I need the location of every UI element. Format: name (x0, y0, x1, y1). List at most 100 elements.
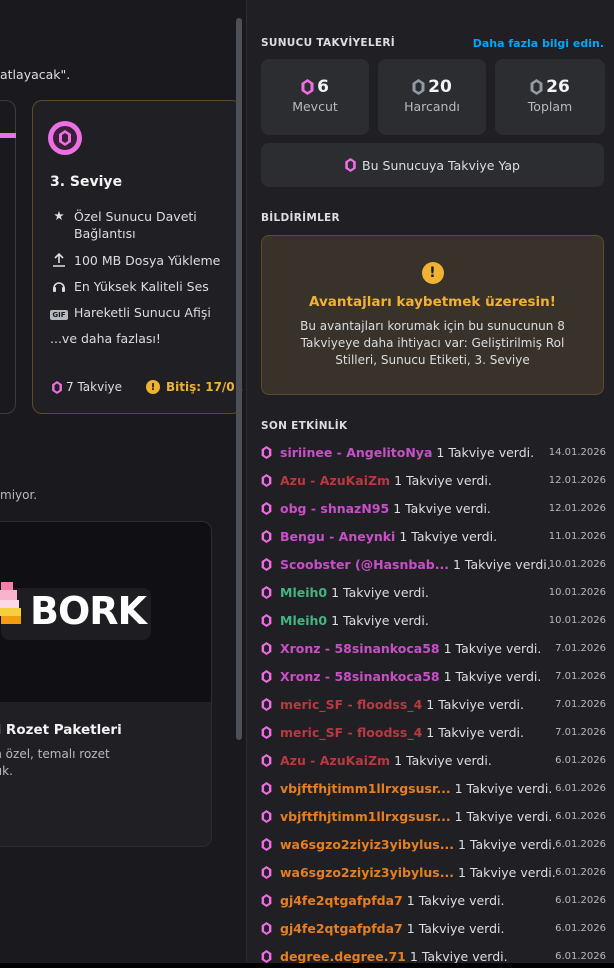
boost-gem-icon (261, 781, 272, 795)
activity-action: 1 Takviye verdi. (458, 864, 556, 880)
activity-date: 6.01.2026 (555, 866, 606, 878)
activity-user[interactable]: gj4fe2qtgafpfda7 (280, 893, 403, 908)
activity-user[interactable]: gj4fe2qtgafpfda7 (280, 921, 403, 936)
activity-user[interactable]: vbjftfhjtimm1llrxgsusr... (280, 809, 451, 824)
activity-action: 1 Takviye verdi. (394, 752, 492, 768)
activity-row: vbjftfhjtimm1llrxgsusr... 1 Takviye verdi… (261, 774, 606, 802)
tier-panel: atlayacak". 3. Seviye ★ Özel Sunucu Dave… (0, 0, 246, 968)
perk-item: 100 MB Dosya Yükleme (50, 252, 221, 270)
learn-more-link[interactable]: Daha fazla bilgi edin. (473, 37, 604, 50)
info-text: miyor. (0, 488, 38, 502)
stat-label: Harcandı (404, 99, 460, 114)
boost-gem-icon (301, 79, 314, 95)
activity-user[interactable]: Mleih0 (280, 613, 327, 628)
perk-label: 100 MB Dosya Yükleme (74, 253, 221, 268)
activity-action: 1 Takviye verdi. (393, 500, 491, 516)
boost-gem-icon (261, 697, 272, 711)
upload-icon (50, 252, 68, 270)
activity-user[interactable]: meric_SF - floodss_4 (280, 697, 422, 712)
expiry-label: Bitiş: 17/01 (166, 380, 244, 394)
progress-bar-left (0, 133, 16, 138)
activity-user[interactable]: Mleih0 (280, 585, 327, 600)
stat-value: 20 (428, 77, 452, 97)
perk-label: Hareketli Sunucu Afişi (74, 305, 211, 320)
boost-server-button[interactable]: Bu Sunucuya Takviye Yap (261, 143, 604, 187)
activity-row: Azu - AzuKaiZm 1 Takviye verdi. 12.01.2026 (261, 466, 606, 494)
activity-user[interactable]: Xronz - 58sinankoca58 (280, 669, 440, 684)
bottom-edge (0, 963, 614, 968)
activity-row: Xronz - 58sinankoca58 1 Takviye verdi. 7.0… (261, 634, 606, 662)
activity-date: 7.01.2026 (555, 726, 606, 738)
activity-action: 1 Takviye verdi. (331, 584, 429, 600)
activity-section-header: SON ETKİNLİK (261, 420, 348, 432)
boost-gem-icon (345, 158, 356, 172)
activity-user[interactable]: wa6sgzo2ziyiz3yibylus... (280, 865, 454, 880)
activity-action: 1 Takviye verdi. (426, 724, 524, 740)
boost-gem-icon (261, 529, 272, 543)
activity-user[interactable]: Xronz - 58sinankoca58 (280, 641, 440, 656)
perk-more-label: ...ve daha fazlası! (50, 331, 161, 346)
activity-user[interactable]: obg - shnazN95 (280, 501, 389, 516)
activity-action: 1 Takviye verdi. (436, 444, 535, 460)
boost-gem-icon (412, 79, 425, 95)
boost-gem-icon (261, 809, 272, 823)
activity-action: 1 Takviye verdi. (458, 836, 556, 852)
scrollbar-thumb[interactable] (236, 18, 242, 740)
alert-title: Avantajları kaybetmek üzeresin! (309, 294, 556, 310)
activity-user[interactable]: Scoobster (@Hasnbab... (280, 557, 449, 572)
activity-action: 1 Takviye verdi. (454, 780, 553, 796)
activity-date: 11.01.2026 (548, 530, 606, 542)
notifications-section-header: BİLDİRİMLER (261, 212, 340, 224)
activity-action: 1 Takviye verdi. (331, 612, 429, 628)
tier-boost-count: 7 Takviye (52, 380, 122, 394)
activity-row: vbjftfhjtimm1llrxgsusr... 1 Takviye verdi… (261, 802, 606, 830)
activity-user[interactable]: meric_SF - floodss_4 (280, 725, 422, 740)
activity-user[interactable]: degree.degree.71 (280, 949, 406, 964)
activity-date: 6.01.2026 (555, 894, 606, 906)
activity-date: 10.01.2026 (548, 558, 606, 570)
activity-row: meric_SF - floodss_4 1 Takviye verdi. 7.01… (261, 718, 606, 746)
activity-date: 6.01.2026 (555, 922, 606, 934)
activity-action: 1 Takviye verdi. (406, 892, 505, 908)
activity-user[interactable]: Azu - AzuKaiZm (280, 473, 390, 488)
boost-gem-icon (261, 557, 272, 571)
boost-gem-icon (261, 893, 272, 907)
activity-action: 1 Takviye verdi. (454, 808, 553, 824)
activity-row: Mleih0 1 Takviye verdi. 10.01.2026 (261, 578, 606, 606)
activity-user[interactable]: wa6sgzo2ziyiz3yibylus... (280, 837, 454, 852)
boost-gem-icon (261, 921, 272, 935)
activity-date: 6.01.2026 (555, 838, 606, 850)
activity-user[interactable]: vbjftfhjtimm1llrxgsusr... (280, 781, 451, 796)
boost-sidebar: SUNUCU TAKVİYELERİ Daha fazla bilgi edin… (246, 0, 614, 968)
activity-date: 6.01.2026 (555, 754, 606, 766)
alert-body: Bu avantajları korumak için bu sunucunun… (300, 319, 565, 367)
activity-date: 6.01.2026 (555, 950, 606, 962)
activity-date: 12.01.2026 (548, 502, 606, 514)
activity-action: 1 Takviye verdi. (443, 640, 542, 656)
stat-label: Mevcut (292, 99, 338, 114)
perk-label: En Yüksek Kaliteli Ses (74, 279, 209, 294)
activity-user[interactable]: Azu - AzuKaiZm (280, 753, 390, 768)
activity-action: 1 Takviye verdi. (443, 668, 542, 684)
boost-gem-icon (261, 445, 272, 459)
boost-gem-icon (261, 865, 272, 879)
activity-action: 1 Takviye verdi. (399, 528, 498, 544)
activity-row: obg - shnazN95 1 Takviye verdi. 12.01.2026 (261, 494, 606, 522)
boost-gem-icon (261, 753, 272, 767)
perk-loss-alert: ! Avantajları kaybetmek üzeresin! Bu ava… (261, 235, 604, 395)
activity-user[interactable]: Bengu - Aneynki (280, 529, 395, 544)
activity-action: 1 Takviye verdi. (452, 556, 551, 572)
activity-action: 1 Takviye verdi. (409, 948, 508, 964)
stat-value: 6 (317, 77, 329, 97)
perk-item: En Yüksek Kaliteli Ses (50, 279, 209, 296)
boost-gem-icon (261, 641, 272, 655)
boost-count-label: 7 Takviye (66, 380, 123, 394)
badge-pack-card[interactable]: eti Rozet Paketleri için özel, temalı ro… (0, 521, 212, 847)
boost-gem-icon (261, 613, 272, 627)
boost-gem-icon (261, 949, 272, 963)
activity-date: 7.01.2026 (555, 642, 606, 654)
activity-user[interactable]: siriinee - AngelitoNya (280, 445, 432, 460)
activity-row: Scoobster (@Hasnbab... 1 Takviye verdi. 10… (261, 550, 606, 578)
activity-date: 6.01.2026 (555, 782, 606, 794)
tier-gem-icon (48, 121, 82, 155)
